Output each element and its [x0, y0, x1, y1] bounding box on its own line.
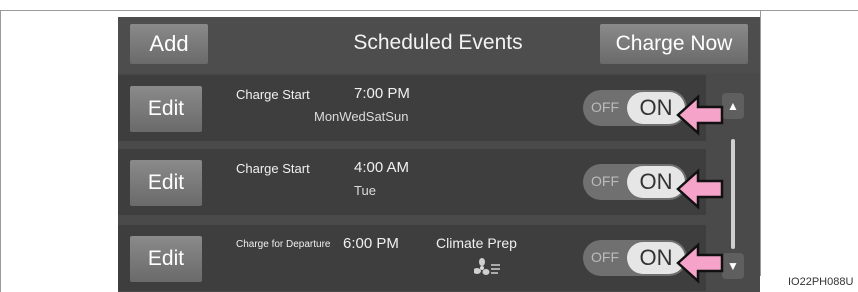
figure-frame-left	[0, 10, 1, 292]
pointer-arrow-icon	[676, 168, 724, 210]
add-button[interactable]: Add	[130, 24, 208, 64]
edit-button[interactable]: Edit	[130, 236, 202, 282]
toggle-off-label: OFF	[591, 173, 619, 189]
on-off-toggle[interactable]: OFF ON	[583, 164, 687, 200]
event-type: Charge Start	[236, 87, 310, 102]
pointer-arrow-icon	[676, 242, 724, 284]
pointer-arrow-icon	[676, 94, 724, 136]
event-row: Edit Charge Start 4:00 AM Tue OFF ON	[118, 149, 706, 215]
figure-frame-right	[760, 10, 761, 276]
page-title: Scheduled Events	[353, 31, 523, 54]
event-row: Edit Charge Start 7:00 PM MonWedSatSun O…	[118, 75, 706, 141]
climate-fan-icon	[473, 257, 502, 284]
event-type: Charge for Departure	[236, 239, 331, 250]
charge-now-button[interactable]: Charge Now	[600, 24, 748, 64]
toggle-off-label: OFF	[591, 99, 619, 115]
scroll-thumb[interactable]	[731, 139, 735, 249]
event-extra: Climate Prep	[436, 235, 517, 251]
figure-frame-top	[0, 10, 858, 11]
event-row: Edit Charge for Departure 6:00 PM Climat…	[118, 225, 706, 291]
event-type: Charge Start	[236, 161, 310, 176]
edit-button[interactable]: Edit	[130, 160, 202, 206]
on-off-toggle[interactable]: OFF ON	[583, 90, 687, 126]
event-days: Tue	[354, 183, 376, 198]
header-bar: Add Scheduled Events Charge Now	[118, 17, 760, 73]
event-time: 6:00 PM	[343, 235, 399, 252]
event-time: 4:00 AM	[354, 159, 410, 176]
on-off-toggle[interactable]: OFF ON	[583, 240, 687, 276]
figure-reference-code: IO22PH088U	[788, 276, 854, 288]
toggle-off-label: OFF	[591, 249, 619, 265]
scheduled-events-screen: Add Scheduled Events Charge Now Edit Cha…	[118, 17, 760, 292]
edit-button[interactable]: Edit	[130, 86, 202, 132]
event-days: MonWedSatSun	[314, 109, 409, 124]
event-time: 7:00 PM	[354, 85, 410, 102]
